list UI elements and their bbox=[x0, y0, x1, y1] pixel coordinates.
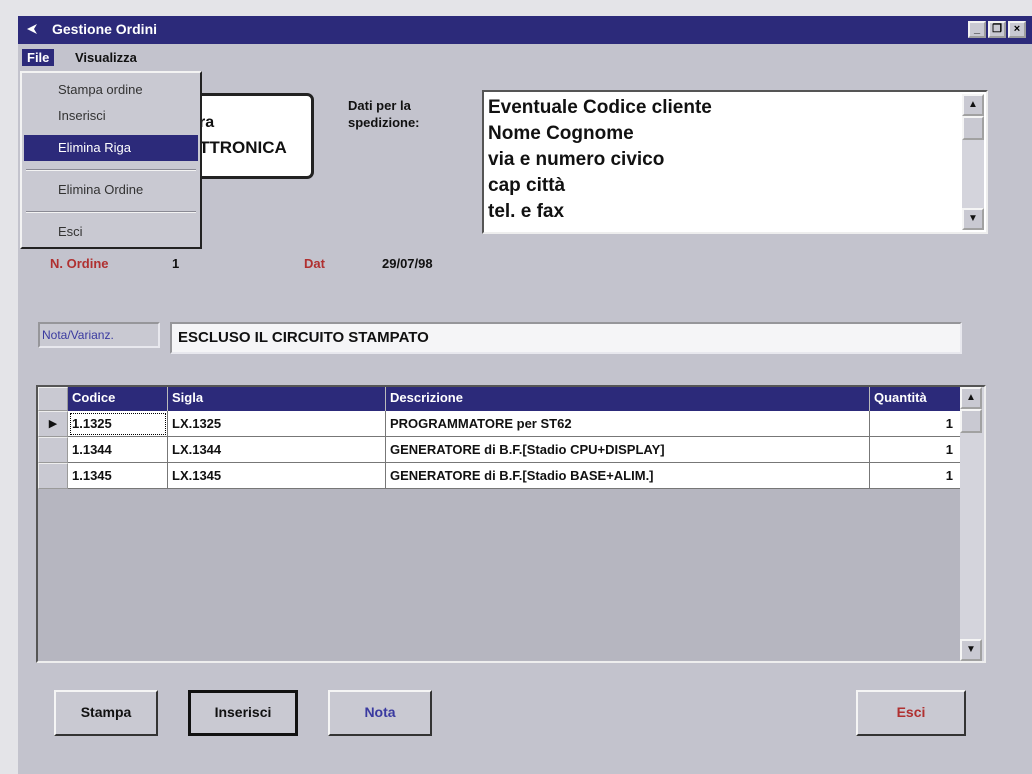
order-number-label: N. Ordine bbox=[50, 256, 109, 271]
order-date-value: 29/07/98 bbox=[382, 256, 433, 271]
cell-quantita[interactable]: 1 bbox=[870, 437, 962, 463]
table-row[interactable]: ▶ 1.1325 LX.1325 PROGRAMMATORE per ST62 … bbox=[38, 411, 962, 437]
shipping-textarea[interactable]: Eventuale Codice cliente Nome Cognome vi… bbox=[482, 90, 988, 234]
shipping-scrollbar[interactable]: ▲ ▼ bbox=[962, 94, 984, 230]
shipping-line: via e numero civico bbox=[488, 149, 665, 170]
row-selector[interactable] bbox=[38, 463, 68, 489]
scroll-up-icon[interactable]: ▲ bbox=[960, 387, 982, 409]
menu-item-elimina-ordine[interactable]: Elimina Ordine bbox=[24, 177, 198, 203]
column-header-codice[interactable]: Codice bbox=[68, 387, 168, 411]
stampa-button[interactable]: Stampa bbox=[54, 690, 158, 736]
menu-item-esci[interactable]: Esci bbox=[24, 219, 198, 245]
grid-scrollbar[interactable]: ▲ ▼ bbox=[960, 387, 984, 661]
note-label: Nota/Varianz. bbox=[38, 322, 160, 348]
cell-quantita[interactable]: 1 bbox=[870, 463, 962, 489]
grid-corner bbox=[38, 387, 68, 411]
maximize-button[interactable]: ❐ bbox=[988, 21, 1006, 38]
shipping-line: Nome Cognome bbox=[488, 123, 634, 144]
scroll-up-icon[interactable]: ▲ bbox=[962, 94, 984, 116]
column-header-descrizione[interactable]: Descrizione bbox=[386, 387, 870, 411]
menu-item-stampa-ordine[interactable]: Stampa ordine bbox=[24, 77, 198, 103]
company-logo: ra TTRONICA bbox=[188, 93, 314, 179]
cell-sigla[interactable]: LX.1345 bbox=[168, 463, 386, 489]
scroll-thumb[interactable] bbox=[960, 409, 982, 433]
cell-codice[interactable]: 1.1325 bbox=[68, 411, 168, 437]
order-date-label: Dat bbox=[304, 256, 325, 271]
file-menu-dropdown: Stampa ordine Inserisci Elimina Riga Eli… bbox=[20, 71, 202, 249]
shipping-label-line2: spedizione: bbox=[348, 115, 420, 130]
scroll-down-icon[interactable]: ▼ bbox=[962, 208, 984, 230]
menu-file[interactable]: File bbox=[22, 49, 55, 66]
menu-separator bbox=[26, 169, 196, 171]
current-row-indicator-icon: ▶ bbox=[38, 411, 68, 437]
cell-descrizione[interactable]: GENERATORE di B.F.[Stadio BASE+ALIM.] bbox=[386, 463, 870, 489]
nota-button[interactable]: Nota bbox=[328, 690, 432, 736]
menu-bar: File Visualizza bbox=[18, 46, 1032, 68]
grid-header: Codice Sigla Descrizione Quantità bbox=[38, 387, 962, 411]
window-title: Gestione Ordini bbox=[52, 21, 158, 37]
title-bar: Gestione Ordini _ ❐ × bbox=[18, 16, 1032, 44]
close-button[interactable]: × bbox=[1008, 21, 1026, 38]
shipping-text: Eventuale Codice cliente Nome Cognome vi… bbox=[488, 95, 712, 225]
column-header-sigla[interactable]: Sigla bbox=[168, 387, 386, 411]
menu-item-inserisci[interactable]: Inserisci bbox=[24, 103, 198, 129]
shipping-label-line1: Dati per la bbox=[348, 98, 411, 113]
order-number-value: 1 bbox=[172, 256, 180, 271]
table-row[interactable]: 1.1344 LX.1344 GENERATORE di B.F.[Stadio… bbox=[38, 437, 962, 463]
scroll-thumb[interactable] bbox=[962, 116, 984, 140]
menu-separator bbox=[26, 211, 196, 213]
shipping-line: tel. e fax bbox=[488, 201, 565, 222]
cell-quantita[interactable]: 1 bbox=[870, 411, 962, 437]
shipping-label: Dati per la spedizione: bbox=[348, 97, 420, 131]
note-input[interactable]: ESCLUSO IL CIRCUITO STAMPATO bbox=[170, 322, 962, 354]
minimize-button[interactable]: _ bbox=[968, 21, 986, 38]
cell-codice[interactable]: 1.1344 bbox=[68, 437, 168, 463]
cell-descrizione[interactable]: GENERATORE di B.F.[Stadio CPU+DISPLAY] bbox=[386, 437, 870, 463]
esci-button[interactable]: Esci bbox=[856, 690, 966, 736]
shipping-line: cap città bbox=[488, 175, 566, 196]
cell-sigla[interactable]: LX.1344 bbox=[168, 437, 386, 463]
menu-visualizza[interactable]: Visualizza bbox=[70, 49, 142, 66]
cell-sigla[interactable]: LX.1325 bbox=[168, 411, 386, 437]
row-selector[interactable] bbox=[38, 437, 68, 463]
shipping-line: Eventuale Codice cliente bbox=[488, 97, 712, 118]
logo-text-bottom: TTRONICA bbox=[199, 138, 287, 157]
inserisci-button[interactable]: Inserisci bbox=[188, 690, 298, 736]
order-window: Gestione Ordini _ ❐ × File Visualizza ra… bbox=[18, 16, 1032, 774]
cell-descrizione[interactable]: PROGRAMMATORE per ST62 bbox=[386, 411, 870, 437]
column-header-quantita[interactable]: Quantità bbox=[870, 387, 962, 411]
menu-item-elimina-riga[interactable]: Elimina Riga bbox=[24, 135, 198, 161]
scroll-down-icon[interactable]: ▼ bbox=[960, 639, 982, 661]
order-lines-grid: Codice Sigla Descrizione Quantità ▶ 1.13… bbox=[36, 385, 986, 663]
cell-codice[interactable]: 1.1345 bbox=[68, 463, 168, 489]
table-row[interactable]: 1.1345 LX.1345 GENERATORE di B.F.[Stadio… bbox=[38, 463, 962, 489]
app-icon bbox=[27, 24, 37, 34]
